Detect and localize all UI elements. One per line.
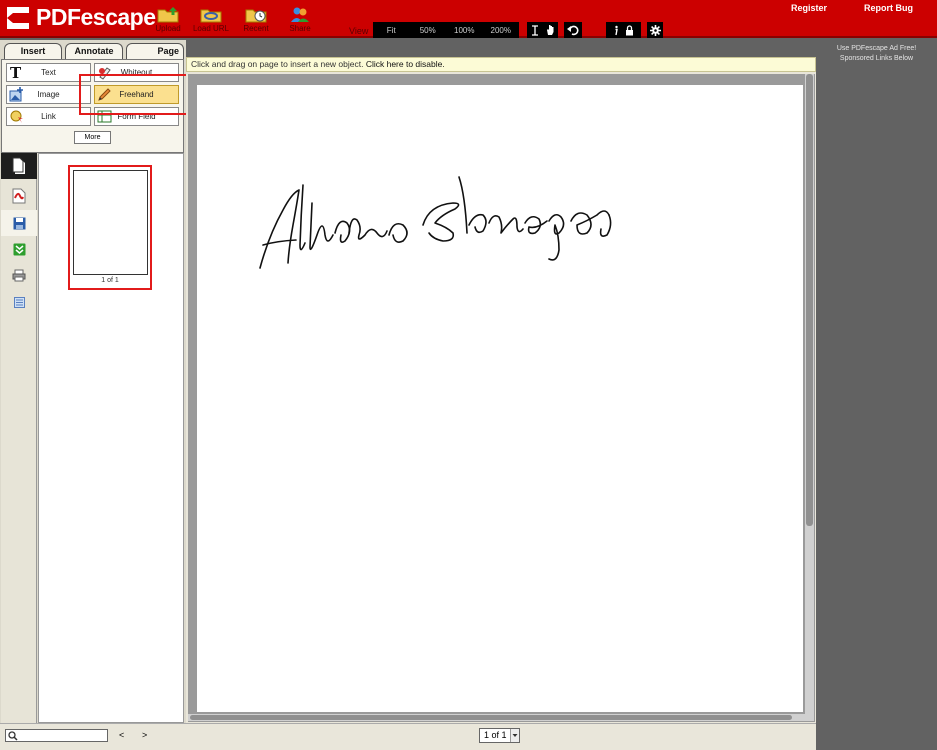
- load-url-button[interactable]: Load URL: [189, 6, 233, 36]
- hand-icon[interactable]: [545, 24, 555, 36]
- pdf-button[interactable]: [1, 183, 37, 209]
- print-icon: [12, 269, 26, 281]
- sponsored-label: Sponsored Links Below: [839, 55, 914, 62]
- tab-insert[interactable]: Insert: [4, 43, 62, 60]
- lock-icon[interactable]: [625, 24, 634, 36]
- cursor-tools: [527, 22, 558, 38]
- settings-button[interactable]: [647, 22, 663, 38]
- download-button[interactable]: [1, 236, 37, 262]
- doc-tools: [606, 22, 641, 38]
- download-icon: [13, 243, 25, 255]
- left-panel: Insert Annotate Page T Text Whiteout Ima…: [0, 40, 186, 750]
- freehand-signature[interactable]: [197, 85, 803, 712]
- ad-text: Use PDFescape Ad Free! Sponsored Links B…: [816, 44, 937, 64]
- people-share-icon: [291, 7, 309, 22]
- horizontal-scrollbar[interactable]: [188, 714, 814, 721]
- view-label: View: [349, 26, 369, 36]
- page-select[interactable]: 1 of 1: [479, 728, 520, 743]
- layout-icon: [13, 296, 25, 308]
- layout-button[interactable]: [1, 289, 37, 315]
- image-icon: [9, 87, 23, 102]
- search-input[interactable]: [5, 729, 108, 742]
- zoom-100-button[interactable]: 100%: [446, 26, 483, 35]
- logo-text: PDFescape: [36, 4, 156, 30]
- horizontal-scrollbar-thumb[interactable]: [190, 715, 792, 720]
- disable-hint-link[interactable]: Click here to disable.: [366, 59, 445, 69]
- text-icon: T: [10, 65, 22, 80]
- zoom-fit-button[interactable]: Fit: [373, 26, 410, 35]
- sidebar: [1, 153, 37, 723]
- freehand-highlight-box: [79, 74, 196, 115]
- thumbnail-panel: 1 of 1: [38, 153, 184, 723]
- upload-button[interactable]: Upload: [146, 6, 190, 36]
- vertical-scrollbar-thumb[interactable]: [806, 74, 813, 526]
- folder-clock-icon: [245, 9, 267, 23]
- svg-text:T: T: [10, 65, 22, 80]
- pdf-icon: [12, 188, 26, 204]
- save-icon: [13, 217, 25, 229]
- text-cursor-icon[interactable]: [531, 24, 539, 36]
- recent-button[interactable]: Recent: [234, 6, 278, 36]
- zoom-200-button[interactable]: 200%: [483, 26, 520, 35]
- pdfescape-logo-icon: [7, 7, 29, 29]
- info-message: Click and drag on page to insert a new o…: [191, 59, 366, 69]
- thumbnail-label: 1 of 1: [101, 277, 119, 284]
- share-button[interactable]: Share: [278, 6, 322, 36]
- search-icon: [8, 731, 18, 741]
- info-icon[interactable]: [613, 25, 619, 36]
- prev-match-button[interactable]: <: [119, 730, 124, 740]
- status-bar: < > 1 of 1: [0, 723, 816, 750]
- pages-icon: [12, 157, 25, 174]
- page-select-value: 1 of 1: [484, 730, 507, 740]
- report-bug-link[interactable]: Report Bug: [864, 3, 913, 13]
- info-bar: Click and drag on page to insert a new o…: [186, 57, 816, 72]
- vertical-scrollbar[interactable]: [805, 74, 814, 714]
- tab-page[interactable]: Page: [126, 43, 184, 60]
- pages-panel-button[interactable]: [1, 153, 37, 179]
- zoom-controls: Fit 50% 100% 200%: [373, 22, 519, 38]
- print-button[interactable]: [1, 262, 37, 288]
- ad-free-link[interactable]: Use PDFescape Ad Free!: [816, 44, 937, 54]
- next-match-button[interactable]: >: [142, 730, 147, 740]
- folder-link-icon: [200, 9, 222, 23]
- more-tools-button[interactable]: More: [74, 131, 111, 144]
- folder-upload-icon: [157, 7, 179, 23]
- undo-icon: [567, 25, 579, 36]
- tab-annotate[interactable]: Annotate: [65, 43, 123, 60]
- link-icon: [10, 110, 23, 123]
- thumbnail-page: [73, 170, 148, 275]
- ad-panel: Use PDFescape Ad Free! Sponsored Links B…: [816, 40, 937, 750]
- zoom-50-button[interactable]: 50%: [410, 26, 447, 35]
- app-header: PDFescape Upload Load URL Recent Share V…: [0, 0, 937, 38]
- page-thumbnail[interactable]: 1 of 1: [68, 165, 152, 290]
- chevron-down-icon: [510, 729, 519, 742]
- gear-icon: [649, 24, 661, 36]
- register-link[interactable]: Register: [791, 3, 827, 13]
- save-button[interactable]: [1, 210, 37, 236]
- undo-button[interactable]: [564, 22, 582, 38]
